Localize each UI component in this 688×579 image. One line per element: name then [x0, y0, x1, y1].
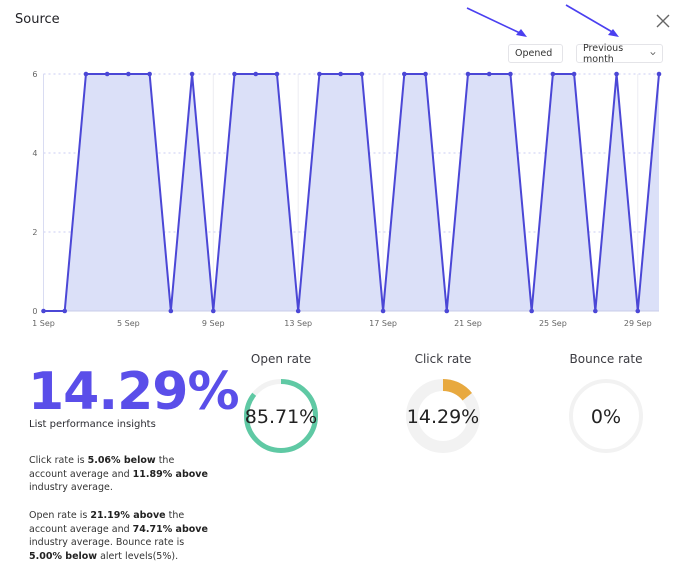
data-point [529, 308, 534, 314]
gauge-ring: 85.71% [244, 379, 318, 453]
data-point [635, 308, 641, 314]
gauge-label: Open rate [250, 352, 312, 366]
headline-rate: 14.29% [28, 362, 240, 422]
emphasis-text: 5.06% below [87, 455, 156, 466]
data-point [189, 71, 195, 77]
data-point [41, 308, 46, 314]
gauge-ring: 0% [569, 379, 643, 453]
data-point [83, 71, 89, 77]
data-point [274, 71, 280, 77]
data-point [656, 71, 662, 77]
body-text: Click rate is [29, 455, 88, 466]
x-tick-label: 21 Sep [454, 319, 482, 328]
open-bounce-insight: Open rate is 21.19% above the account av… [29, 509, 209, 563]
data-point [444, 308, 450, 314]
data-point [423, 71, 428, 77]
opens-area-chart: 0 2 4 6 1 Sep 5 Sep 9 Sep 13 Sep 17 Sep 21 Sep 25 … [32, 70, 662, 328]
data-point [465, 71, 471, 77]
gauge-value: 0% [591, 406, 621, 428]
x-tick-label: 1 Sep [32, 319, 55, 328]
data-point [168, 308, 174, 314]
annotation-arrow-period [565, 4, 619, 37]
x-tick-label: 25 Sep [539, 319, 567, 328]
data-point [104, 71, 110, 77]
emphasis-text: 74.71% above [132, 523, 208, 535]
data-point [402, 71, 407, 77]
body-text: Open rate is [29, 510, 91, 521]
annotation-arrow-metric [466, 7, 527, 37]
data-point [380, 308, 386, 314]
data-point [210, 308, 216, 314]
insights-subtitle: List performance insights [29, 419, 156, 430]
x-tick-label: 9 Sep [202, 319, 225, 328]
chevron-down-icon [650, 52, 656, 56]
data-point [126, 71, 131, 77]
data-point [253, 71, 259, 77]
bounce-rate-gauge: Bounce rate 0% [546, 352, 666, 456]
body-text: alert levels(5%). [97, 550, 179, 562]
data-point [508, 71, 513, 77]
x-tick-label: 29 Sep [624, 319, 652, 328]
open-rate-gauge: Open rate 85.71% [221, 352, 341, 456]
data-point [232, 71, 237, 77]
x-tick-label: 13 Sep [284, 319, 312, 328]
data-point [614, 71, 619, 77]
y-tick-label: 4 [32, 149, 37, 158]
data-point [147, 71, 152, 77]
click-rate-gauge: Click rate 14.29% [383, 352, 503, 456]
data-point [593, 308, 598, 314]
body-text: industry average. Bounce rate is [29, 537, 185, 548]
data-point [62, 308, 68, 314]
gauge-ring: 14.29% [406, 379, 480, 453]
data-point [295, 308, 301, 314]
data-point [338, 71, 343, 77]
body-text: industry average. [29, 482, 113, 493]
data-point [550, 71, 556, 77]
data-point [571, 71, 577, 77]
emphasis-text: 5.00% below [29, 550, 98, 562]
click-rate-insight: Click rate is 5.06% below the account av… [29, 454, 209, 495]
y-tick-label: 6 [32, 70, 37, 79]
x-tick-label: 5 Sep [117, 319, 140, 328]
y-tick-label: 2 [32, 228, 37, 237]
x-tick-label: 17 Sep [369, 319, 397, 328]
data-point [317, 71, 322, 77]
y-tick-label: 0 [32, 307, 37, 316]
gauge-value: 85.71% [245, 406, 317, 428]
gauge-label: Bounce rate [569, 352, 643, 366]
metric-dropdown-value: Opened [515, 48, 553, 59]
emphasis-text: 11.89% above [132, 468, 208, 480]
emphasis-text: 21.19% above [90, 510, 166, 521]
gauge-value: 14.29% [407, 406, 479, 428]
data-point [486, 71, 492, 77]
area-fill [43, 74, 659, 311]
data-point [359, 71, 365, 77]
gauge-label: Click rate [414, 352, 472, 366]
